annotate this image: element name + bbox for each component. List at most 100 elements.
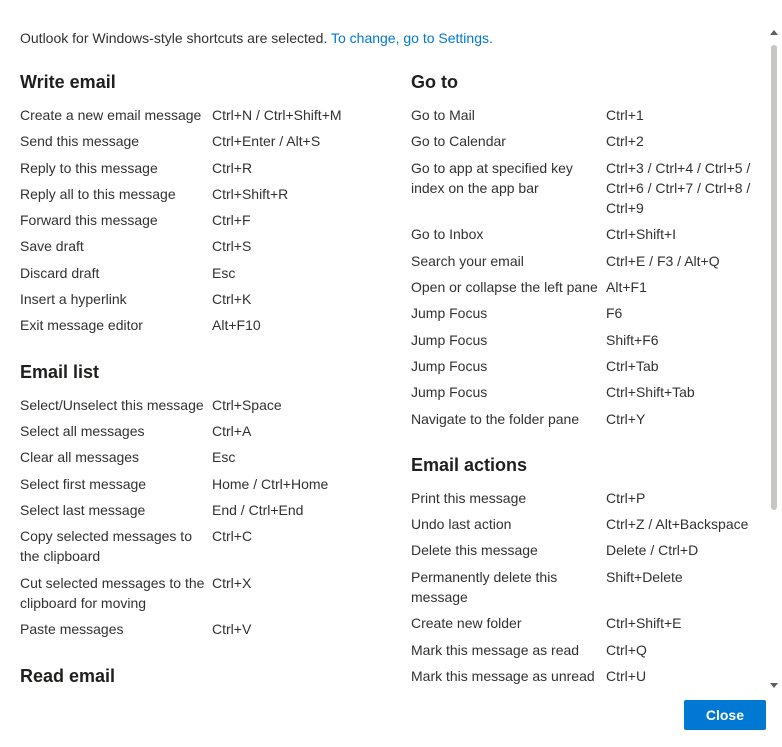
shortcut-row: Mark this message as readCtrl+Q xyxy=(411,640,762,660)
shortcut-action: Forward this message xyxy=(20,210,212,230)
shortcut-row: Navigate to the folder paneCtrl+Y xyxy=(411,409,762,429)
section-title: Write email xyxy=(20,72,371,93)
intro-text: Outlook for Windows-style shortcuts are … xyxy=(20,30,331,46)
right-column: Go toGo to MailCtrl+1Go to CalendarCtrl+… xyxy=(411,72,762,692)
shortcut-action: Undo last action xyxy=(411,514,606,534)
scroll-down-icon[interactable] xyxy=(770,683,778,688)
shortcut-action: Select all messages xyxy=(20,421,212,441)
shortcut-keys: Ctrl+F xyxy=(212,210,371,230)
shortcut-row: Save draftCtrl+S xyxy=(20,236,371,256)
shortcut-keys: Ctrl+E / F3 / Alt+Q xyxy=(606,251,762,271)
shortcut-keys: Ctrl+Shift+I xyxy=(606,224,762,244)
shortcut-keys: Ctrl+Shift+E xyxy=(606,613,762,633)
scrollbar-thumb[interactable] xyxy=(771,45,777,510)
shortcut-row: Jump FocusF6 xyxy=(411,303,762,323)
shortcut-action: Select first message xyxy=(20,474,212,494)
shortcut-keys: Ctrl+R xyxy=(212,158,371,178)
shortcut-keys: Esc xyxy=(212,263,371,283)
settings-link[interactable]: To change, go to Settings. xyxy=(331,30,493,46)
shortcut-section: Email actions Print this messageCtrl+P Und… xyxy=(411,455,762,692)
shortcut-keys: Ctrl+C xyxy=(212,526,371,546)
shortcut-keys: Alt+F1 xyxy=(606,277,762,297)
shortcut-keys: Ctrl+Tab xyxy=(606,356,762,376)
shortcut-action: Jump Focus xyxy=(411,330,606,350)
shortcut-keys: F6 xyxy=(606,303,762,323)
shortcut-action: Reply to this message xyxy=(20,158,212,178)
shortcut-row: Forward this messageCtrl+F xyxy=(20,210,371,230)
shortcut-row: Copy selected messages to the clipboardC… xyxy=(20,526,371,567)
scrollbar[interactable] xyxy=(766,0,782,692)
section-title: Email actions xyxy=(411,455,762,476)
shortcut-keys: Ctrl+Shift+R xyxy=(212,184,371,204)
shortcut-keys: Ctrl+X xyxy=(212,573,371,593)
shortcut-keys: Ctrl+Enter / Alt+S xyxy=(212,131,371,151)
shortcut-action: Navigate to the folder pane xyxy=(411,409,606,429)
section-title: Read email xyxy=(20,666,371,687)
shortcut-keys: Ctrl+1 xyxy=(606,105,762,125)
section-title: Email list xyxy=(20,362,371,383)
shortcut-keys: Ctrl+Z / Alt+Backspace xyxy=(606,514,762,534)
shortcut-action: Clear all messages xyxy=(20,447,212,467)
shortcut-row: Print this messageCtrl+P xyxy=(411,488,762,508)
shortcut-keys: Shift+Delete xyxy=(606,567,762,587)
shortcut-action: Jump Focus xyxy=(411,303,606,323)
shortcut-action: Jump Focus xyxy=(411,356,606,376)
shortcut-row: Discard draftEsc xyxy=(20,263,371,283)
shortcut-action: Create a new email message xyxy=(20,105,212,125)
shortcut-row: Go to app at specified key index on the … xyxy=(411,158,762,219)
close-button[interactable]: Close xyxy=(684,700,766,730)
shortcut-action: Copy selected messages to the clipboard xyxy=(20,526,212,567)
shortcut-action: Delete this message xyxy=(411,540,606,560)
shortcut-action: Discard draft xyxy=(20,263,212,283)
shortcut-action: Exit message editor xyxy=(20,315,212,335)
left-column: Write emailCreate a new email messageCtr… xyxy=(20,72,371,692)
shortcut-action: Jump Focus xyxy=(411,382,606,402)
shortcut-section: Read emailOpen this messageEnter / Space… xyxy=(20,666,371,692)
shortcut-row: Select all messagesCtrl+A xyxy=(20,421,371,441)
shortcut-keys: Ctrl+A xyxy=(212,421,371,441)
shortcut-row: Go to MailCtrl+1 xyxy=(411,105,762,125)
shortcut-row: Create a new email messageCtrl+N / Ctrl+… xyxy=(20,105,371,125)
shortcut-keys: Ctrl+K xyxy=(212,289,371,309)
shortcut-action: Cut selected messages to the clipboard f… xyxy=(20,573,212,614)
shortcut-keys: Ctrl+3 / Ctrl+4 / Ctrl+5 / Ctrl+6 / Ctrl… xyxy=(606,158,762,219)
shortcut-row: Clear all messagesEsc xyxy=(20,447,371,467)
shortcut-action: Search your email xyxy=(411,251,606,271)
shortcut-action: Select/Unselect this message xyxy=(20,395,212,415)
shortcut-row: Permanently delete this messageShift+Del… xyxy=(411,567,762,608)
shortcut-row: Go to InboxCtrl+Shift+I xyxy=(411,224,762,244)
shortcut-action: Reply all to this message xyxy=(20,184,212,204)
shortcut-row: Insert a hyperlinkCtrl+K xyxy=(20,289,371,309)
shortcut-row: Select first messageHome / Ctrl+Home xyxy=(20,474,371,494)
section-title: Go to xyxy=(411,72,762,93)
shortcut-action: Mark this message as unread xyxy=(411,666,606,686)
shortcut-row: Undo last actionCtrl+Z / Alt+Backspace xyxy=(411,514,762,534)
shortcut-keys: End / Ctrl+End xyxy=(212,500,371,520)
shortcut-row: Jump FocusShift+F6 xyxy=(411,330,762,350)
shortcut-action: Open or collapse the left pane xyxy=(411,277,606,297)
shortcuts-scroll-area[interactable]: Outlook for Windows-style shortcuts are … xyxy=(0,0,782,692)
shortcut-section: Write emailCreate a new email messageCtr… xyxy=(20,72,371,336)
shortcut-keys: Ctrl+S xyxy=(212,236,371,256)
shortcut-row: Search your emailCtrl+E / F3 / Alt+Q xyxy=(411,251,762,271)
shortcut-row: Create new folderCtrl+Shift+E xyxy=(411,613,762,633)
shortcut-keys: Ctrl+V xyxy=(212,619,371,639)
shortcut-action: Go to Calendar xyxy=(411,131,606,151)
shortcut-row: Jump FocusCtrl+Tab xyxy=(411,356,762,376)
shortcut-row: Reply to this messageCtrl+R xyxy=(20,158,371,178)
shortcut-keys: Alt+F10 xyxy=(212,315,371,335)
shortcut-action: Permanently delete this message xyxy=(411,567,606,608)
shortcut-action: Create new folder xyxy=(411,613,606,633)
shortcut-keys: Ctrl+Y xyxy=(606,409,762,429)
shortcut-row: Reply all to this messageCtrl+Shift+R xyxy=(20,184,371,204)
shortcut-keys: Esc xyxy=(212,447,371,467)
shortcut-keys: Home / Ctrl+Home xyxy=(212,474,371,494)
shortcut-row: Select last messageEnd / Ctrl+End xyxy=(20,500,371,520)
shortcut-keys: Ctrl+P xyxy=(606,488,762,508)
shortcut-action: Select last message xyxy=(20,500,212,520)
shortcut-row: Jump FocusCtrl+Shift+Tab xyxy=(411,382,762,402)
shortcut-action: Send this message xyxy=(20,131,212,151)
shortcut-action: Go to Inbox xyxy=(411,224,606,244)
shortcut-row: Exit message editorAlt+F10 xyxy=(20,315,371,335)
scroll-up-icon[interactable] xyxy=(770,30,778,35)
